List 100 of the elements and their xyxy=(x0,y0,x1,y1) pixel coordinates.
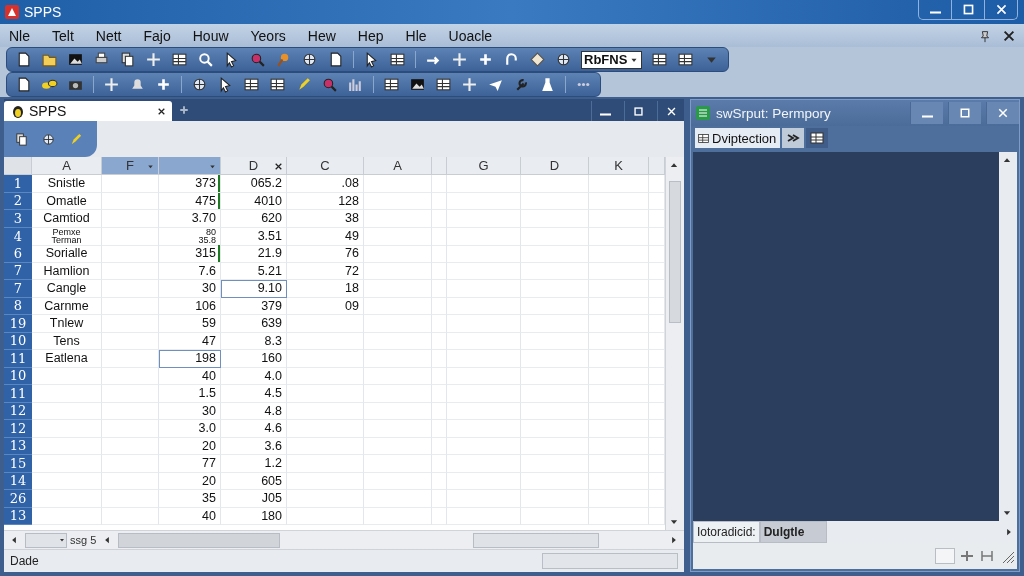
row-number[interactable]: 26 xyxy=(4,490,32,508)
selected-cell[interactable]: 9.10 xyxy=(221,280,287,298)
menu-item[interactable]: Nett xyxy=(94,27,123,44)
table-cell: 4.0 xyxy=(221,367,287,385)
globe-icon[interactable] xyxy=(555,51,572,68)
new-tab-icon[interactable] xyxy=(178,104,190,116)
next-button[interactable] xyxy=(782,128,805,148)
image-icon[interactable] xyxy=(409,76,426,93)
output-tab[interactable]: Dulgtle xyxy=(759,521,828,543)
plus-icon[interactable] xyxy=(155,76,172,93)
menu-item[interactable]: Uoacle xyxy=(447,27,494,44)
table-icon[interactable] xyxy=(677,51,695,68)
output-tab[interactable]: Dviptection xyxy=(695,128,781,148)
row-number[interactable]: 12 xyxy=(4,420,32,438)
filter-icon[interactable] xyxy=(208,162,217,171)
layout-button[interactable] xyxy=(806,128,829,148)
search-icon[interactable] xyxy=(321,76,338,93)
bars-icon[interactable] xyxy=(347,76,364,93)
table-cell: Carnme xyxy=(32,297,102,315)
table-icon[interactable] xyxy=(651,51,669,68)
empty-cell xyxy=(432,490,447,508)
vertical-scrollbar[interactable] xyxy=(999,152,1017,521)
row-number[interactable]: 1 xyxy=(4,175,32,193)
empty-cell xyxy=(432,210,447,228)
pin-icon[interactable] xyxy=(978,28,992,43)
empty-cell xyxy=(102,332,159,350)
row-number[interactable]: 11 xyxy=(4,350,32,368)
scroll-thumb[interactable] xyxy=(473,532,600,548)
empty-cell xyxy=(589,507,649,525)
vertical-scrollbar[interactable] xyxy=(665,157,684,530)
empty-cell xyxy=(102,210,159,228)
close-icon[interactable] xyxy=(157,106,166,116)
globe-icon[interactable] xyxy=(41,131,56,147)
empty-cell xyxy=(432,385,447,403)
image-icon[interactable] xyxy=(67,51,84,68)
copy-icon[interactable] xyxy=(119,51,136,68)
crosshair-icon[interactable] xyxy=(461,76,478,93)
column-header[interactable]: G xyxy=(447,157,521,175)
close-button[interactable] xyxy=(986,102,1019,124)
row-number[interactable]: 7 xyxy=(4,280,32,298)
row-number[interactable]: 19 xyxy=(4,315,32,333)
empty-cell xyxy=(432,297,447,315)
style-dropdown[interactable]: RbFNS xyxy=(581,50,643,69)
crosshair-icon[interactable] xyxy=(451,51,468,68)
menu-item[interactable]: Telt xyxy=(51,27,75,44)
globe-icon[interactable] xyxy=(301,51,318,68)
row-number[interactable]: 11 xyxy=(4,385,32,403)
column-header[interactable]: F xyxy=(102,157,159,175)
crosshair-icon[interactable] xyxy=(145,51,162,68)
menu-item[interactable]: Houw xyxy=(191,27,230,44)
document-tab[interactable]: SPPS xyxy=(4,101,172,121)
close-icon[interactable] xyxy=(274,162,283,171)
table-cell: 106 xyxy=(159,297,221,315)
empty-cell xyxy=(589,262,649,280)
search-icon[interactable] xyxy=(197,51,214,68)
maximize-button[interactable] xyxy=(948,102,981,124)
crosshair-icon[interactable] xyxy=(103,76,120,93)
output-tab[interactable]: Iotoradicid: xyxy=(693,521,760,543)
empty-cell xyxy=(102,297,159,315)
close-icon[interactable] xyxy=(1002,28,1016,43)
diamond-icon[interactable] xyxy=(529,51,546,68)
row-number[interactable]: 6 xyxy=(4,245,32,263)
menu-item[interactable]: Hep xyxy=(356,27,385,44)
row-number[interactable]: 15 xyxy=(4,455,32,473)
menu-item[interactable]: Hle xyxy=(404,27,428,44)
plus-icon[interactable] xyxy=(959,548,975,564)
menu-item[interactable]: Fajo xyxy=(142,27,172,44)
scroll-thumb[interactable] xyxy=(669,181,681,323)
empty-cell xyxy=(521,385,589,403)
menu-item[interactable]: Nle xyxy=(8,27,31,44)
table-icon[interactable] xyxy=(243,76,260,93)
column-header[interactable]: K xyxy=(589,157,649,175)
column-header[interactable]: D xyxy=(221,157,287,175)
column-header[interactable]: D xyxy=(521,157,589,175)
table-icon[interactable] xyxy=(171,51,188,68)
selected-cell[interactable]: 198 xyxy=(159,350,221,368)
copy-icon[interactable] xyxy=(14,131,29,147)
menu-item[interactable]: Yeors xyxy=(249,27,287,44)
flask-icon[interactable] xyxy=(539,76,556,93)
menu-item[interactable]: Hew xyxy=(306,27,337,44)
column-header[interactable]: C xyxy=(287,157,364,175)
column-header[interactable]: A xyxy=(32,157,102,175)
filter-icon[interactable] xyxy=(146,162,155,171)
status-field xyxy=(935,548,955,564)
row-number[interactable]: 3 xyxy=(4,210,32,228)
split-icon[interactable] xyxy=(979,548,995,564)
empty-cell xyxy=(364,350,432,368)
close-icon xyxy=(994,3,1008,16)
table-icon[interactable] xyxy=(269,76,286,93)
column-header[interactable]: A xyxy=(364,157,432,175)
table-cell: 1.5 xyxy=(159,385,221,403)
table-icon[interactable] xyxy=(435,76,452,93)
table-icon[interactable] xyxy=(383,76,400,93)
plus-icon[interactable] xyxy=(477,51,494,68)
sheet-tab[interactable]: ssg 5 xyxy=(70,534,97,546)
table-icon[interactable] xyxy=(389,51,406,68)
empty-cell xyxy=(589,280,649,298)
search-icon[interactable] xyxy=(249,51,266,68)
globe-icon[interactable] xyxy=(191,76,208,93)
minimize-button[interactable] xyxy=(910,102,943,124)
